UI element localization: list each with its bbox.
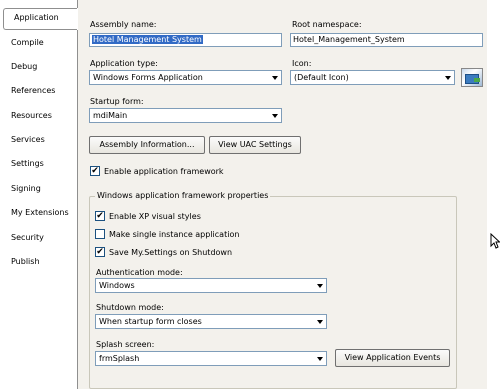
tab-label: References — [11, 86, 56, 95]
assembly-information-button[interactable]: Assembly Information... — [89, 136, 205, 154]
tab-publish[interactable]: Publish — [1, 253, 77, 275]
startup-form-value: mdiMain — [93, 111, 128, 120]
application-type-value: Windows Forms Application — [93, 73, 203, 82]
authentication-mode-label: Authentication mode: — [96, 268, 183, 277]
tab-signing[interactable]: Signing — [1, 180, 77, 202]
tab-compile[interactable]: Compile — [1, 34, 77, 56]
dropdown-arrow-icon — [314, 316, 325, 327]
assembly-name-label: Assembly name: — [90, 20, 157, 29]
startup-form-dropdown[interactable]: mdiMain — [89, 108, 282, 123]
icon-dropdown[interactable]: (Default Icon) — [290, 70, 455, 85]
tab-services[interactable]: Services — [1, 131, 77, 153]
assembly-name-value: Hotel Management System — [92, 35, 203, 44]
default-icon-preview-icon — [461, 68, 483, 87]
single-instance-checkbox[interactable] — [95, 229, 105, 239]
tab-references[interactable]: References — [1, 82, 77, 104]
tab-label: Signing — [11, 184, 41, 193]
tab-label: Services — [11, 135, 45, 144]
xp-visual-styles-label: Enable XP visual styles — [109, 212, 201, 221]
dropdown-arrow-icon — [314, 353, 325, 364]
tab-settings[interactable]: Settings — [1, 155, 77, 177]
icon-label: Icon: — [292, 59, 312, 68]
single-instance-label: Make single instance application — [109, 230, 240, 239]
root-namespace-label: Root namespace: — [292, 20, 362, 29]
view-uac-settings-button[interactable]: View UAC Settings — [209, 136, 301, 154]
view-application-events-button[interactable]: View Application Events — [335, 349, 450, 367]
root-namespace-value: Hotel_Management_System — [293, 35, 405, 44]
splash-screen-label: Splash screen: — [96, 340, 155, 349]
enable-application-framework-checkbox[interactable]: ✔ — [90, 166, 100, 176]
checkmark-icon: ✔ — [96, 246, 104, 257]
tab-label: Settings — [11, 159, 44, 168]
page-margin — [487, 0, 500, 389]
authentication-mode-value: Windows — [99, 281, 135, 290]
save-settings-checkbox[interactable]: ✔ — [95, 247, 105, 257]
dropdown-arrow-icon — [269, 72, 280, 83]
tab-label: Resources — [11, 111, 52, 120]
authentication-mode-dropdown[interactable]: Windows — [95, 278, 327, 293]
tab-application[interactable]: Application — [3, 8, 77, 30]
tab-label: Publish — [11, 257, 40, 266]
icon-value: (Default Icon) — [294, 73, 349, 82]
tab-label: My Extensions — [11, 208, 69, 217]
tab-label: Debug — [11, 62, 38, 71]
tab-debug[interactable]: Debug — [1, 58, 77, 80]
assembly-name-input[interactable]: Hotel Management System — [89, 33, 282, 47]
tab-label: Application — [14, 13, 59, 22]
tab-resources[interactable]: Resources — [1, 107, 77, 129]
shutdown-mode-label: Shutdown mode: — [96, 303, 164, 312]
checkmark-icon: ✔ — [96, 210, 104, 221]
xp-visual-styles-checkbox[interactable]: ✔ — [95, 211, 105, 221]
tab-label: Compile — [11, 38, 44, 47]
splash-screen-value: frmSplash — [99, 354, 140, 363]
enable-application-framework-label: Enable application framework — [104, 167, 224, 176]
splash-screen-dropdown[interactable]: frmSplash — [95, 351, 327, 366]
dropdown-arrow-icon — [442, 72, 453, 83]
tab-security[interactable]: Security — [1, 229, 77, 251]
shutdown-mode-value: When startup form closes — [99, 317, 202, 326]
shutdown-mode-dropdown[interactable]: When startup form closes — [95, 314, 327, 329]
mouse-cursor-arrow-icon — [490, 233, 500, 249]
startup-form-label: Startup form: — [90, 97, 144, 106]
application-type-label: Application type: — [90, 59, 158, 68]
save-settings-label: Save My.Settings on Shutdown — [109, 248, 233, 257]
dropdown-arrow-icon — [314, 280, 325, 291]
framework-properties-title: Windows application framework properties — [95, 191, 271, 200]
tab-my-extensions[interactable]: My Extensions — [1, 204, 77, 226]
tab-label: Security — [11, 233, 44, 242]
application-type-dropdown[interactable]: Windows Forms Application — [89, 70, 282, 85]
dropdown-arrow-icon — [269, 110, 280, 121]
root-namespace-input[interactable]: Hotel_Management_System — [290, 33, 483, 47]
project-properties-tabstrip: Application Compile Debug References Res… — [0, 0, 79, 389]
checkmark-icon: ✔ — [91, 165, 99, 176]
